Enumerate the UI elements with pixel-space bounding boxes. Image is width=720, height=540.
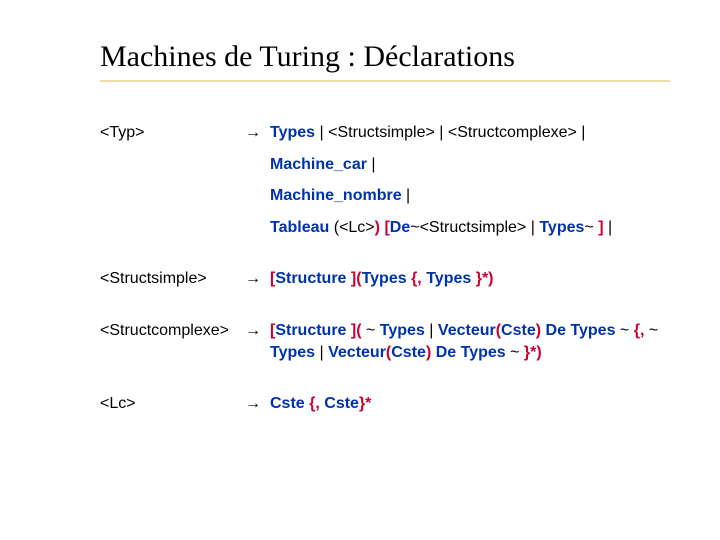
tok-types: Types [362, 270, 407, 287]
tok-de: De [436, 344, 456, 361]
spacer [245, 300, 270, 310]
tok-pipe: | [315, 344, 328, 361]
tok-structure: Structure [275, 322, 351, 339]
tok-de: De [390, 219, 410, 236]
empty [100, 154, 245, 176]
tok-structure: Structure [275, 270, 351, 287]
tok-pipe: | [367, 156, 376, 173]
tok-brace: }* [524, 344, 536, 361]
lhs-structsimple: <Structsimple> [100, 268, 245, 290]
tok-types: Types [380, 322, 425, 339]
page-title: Machines de Turing : Déclarations [100, 40, 670, 74]
tok-structsimple: <Structsimple> [420, 219, 527, 236]
tok-tilde: ~ [644, 322, 658, 339]
tok-pipe: | [577, 124, 586, 141]
spacer [245, 373, 270, 383]
empty [245, 185, 270, 207]
arrow: → [245, 393, 270, 415]
spacer [100, 248, 245, 258]
tok-types: Types [270, 124, 315, 141]
empty [100, 185, 245, 207]
tok-structcomplexe: <Structcomplexe> [448, 124, 577, 141]
rhs-structcomplexe: [Structure ]( ~ Types | Vecteur(Cste) De… [270, 320, 670, 363]
arrow: → [245, 320, 270, 363]
spacer [270, 373, 670, 383]
tok-close: ) [536, 344, 541, 361]
empty [245, 154, 270, 176]
spacer [100, 373, 245, 383]
tok-pipe: | [425, 322, 438, 339]
tok-types: Types [539, 219, 584, 236]
slide: Machines de Turing : Déclarations <Typ> … [0, 0, 720, 540]
spacer [100, 300, 245, 310]
tok-brace: }* [471, 270, 488, 287]
rhs-structsimple: [Structure ](Types {, Types }*) [270, 268, 670, 290]
tok-pipe: | [526, 219, 539, 236]
tok-types: Types [461, 344, 506, 361]
arrow: → [245, 268, 270, 290]
tok-paren: ( [329, 219, 339, 236]
tok-cste: Cste [270, 395, 305, 412]
tok-cste: Cste [391, 344, 426, 361]
empty [100, 217, 245, 239]
tok-tilde: ~ [584, 219, 598, 236]
tok-types: Types [426, 270, 471, 287]
tok-pipe: | [402, 187, 411, 204]
tok-types: Types [570, 322, 615, 339]
tok-tilde: ~ [506, 344, 524, 361]
rhs-typ: Types | <Structsimple> | <Structcomplexe… [270, 122, 670, 144]
tok-machine-nombre: Machine_nombre [270, 187, 402, 204]
tok-types: Types [270, 344, 315, 361]
lhs-structcomplexe: <Structcomplexe> [100, 320, 245, 363]
tok-close: ) [488, 270, 493, 287]
tok-structsimple: <Structsimple> [328, 124, 435, 141]
tok-tableau: Tableau [270, 219, 329, 236]
tok-tilde: ~ [362, 322, 380, 339]
tok-brace: }* [359, 395, 371, 412]
tok-vecteur: Vecteur [328, 344, 386, 361]
rhs-machine-car: Machine_car | [270, 154, 670, 176]
spacer [270, 300, 670, 310]
grammar-grid: <Typ> → Types | <Structsimple> | <Struct… [100, 122, 670, 415]
tok-de: De [546, 322, 566, 339]
lhs-typ: <Typ> [100, 122, 245, 144]
tok-tilde: ~ [410, 219, 419, 236]
tok-pipe: | [435, 124, 448, 141]
tok-cste: Cste [501, 322, 536, 339]
spacer [245, 248, 270, 258]
empty [245, 217, 270, 239]
tok-machine-car: Machine_car [270, 156, 367, 173]
tok-lc: <Lc> [339, 219, 375, 236]
tok-brace: { [305, 395, 316, 412]
rhs-machine-nombre: Machine_nombre | [270, 185, 670, 207]
tok-rbrack-paren: ]( [351, 270, 362, 287]
tok-vecteur: Vecteur [438, 322, 496, 339]
title-underline [100, 80, 670, 82]
arrow: → [245, 122, 270, 144]
rhs-lc: Cste {, Cste}* [270, 393, 670, 415]
tok-rbrack-paren: ]( [351, 322, 362, 339]
lhs-lc: <Lc> [100, 393, 245, 415]
tok-cste: Cste [324, 395, 359, 412]
spacer [270, 248, 670, 258]
tok-brace: { [407, 270, 418, 287]
tok-tilde: ~ [615, 322, 633, 339]
tok-pipe: | [604, 219, 613, 236]
rhs-tableau: Tableau (<Lc>) [De~<Structsimple> | Type… [270, 217, 670, 239]
tok-pipe: | [315, 124, 328, 141]
